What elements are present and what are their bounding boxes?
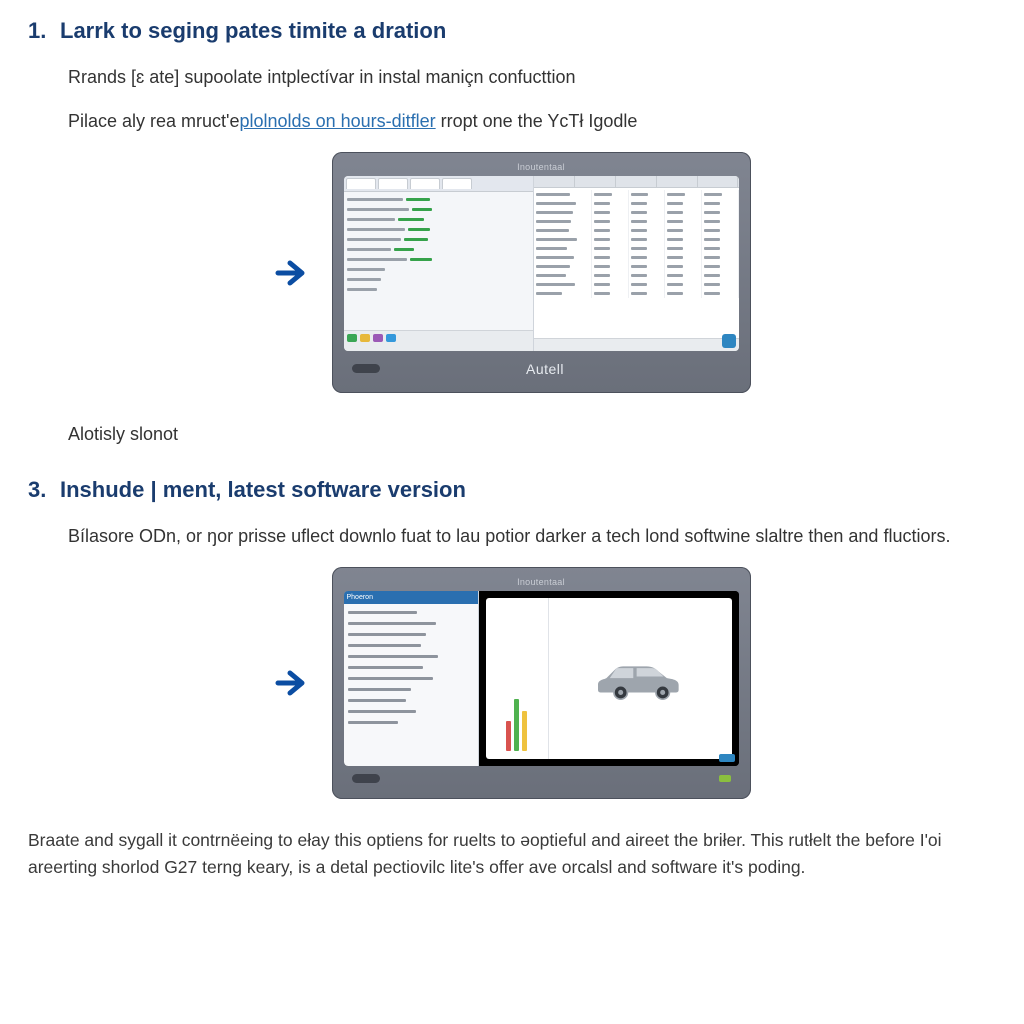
screen2-right-pane [479, 591, 739, 766]
tablet-device-1: Inoutentaal [332, 152, 751, 393]
screen1-grid [534, 188, 738, 338]
plolnolds-link[interactable]: plolnolds on hours-ditfler [240, 111, 436, 131]
screen2-sidebar: Phoeron [344, 591, 479, 766]
screen1-footer-icons [344, 330, 534, 351]
screen1-grid-header [534, 176, 738, 188]
bar-yellow [522, 711, 527, 751]
screen1-left-list [344, 192, 534, 330]
screen1-left-tabs [344, 176, 534, 192]
step-1-p1-pre: Rrands [68, 67, 131, 87]
step-1-illustration: Inoutentaal [28, 152, 996, 393]
footer-paragraph: Braate and sygall it contrnëeing to ełay… [28, 827, 996, 880]
arrow-right-icon [274, 255, 310, 291]
step-1: 1. Larrk to seging pates timite a dratio… [28, 18, 996, 447]
bar-green [514, 699, 519, 751]
device-1-screen [344, 176, 739, 351]
step-1-p1-post: supoolate intplectívar in instal maniçn … [179, 67, 575, 87]
screen2-bar-chart [486, 598, 549, 759]
step-1-p2-pre: Pilace aly rea mruct'e [68, 111, 240, 131]
step-3-title: Inshude | ment, latest software version [60, 477, 466, 503]
screen2-menu [344, 604, 478, 766]
status-icon-blue [386, 334, 396, 342]
screen1-right-pane [534, 176, 738, 351]
screen1-left-pane [344, 176, 535, 351]
step-1-caption: Alotisly slonot [68, 421, 996, 447]
step-3-number: 3. [28, 477, 48, 503]
step-1-number: 1. [28, 18, 48, 44]
step-3-paragraph-1: Bílasore ODn, or ŋor prisse uflect downl… [68, 523, 996, 549]
step-3: 3. Inshude | ment, latest software versi… [28, 477, 996, 799]
arrow-right-icon [274, 665, 310, 701]
step-3-heading: 3. Inshude | ment, latest software versi… [28, 477, 996, 503]
step-1-heading: 1. Larrk to seging pates timite a dratio… [28, 18, 996, 44]
tablet-device-2: Inoutentaal Phoeron [332, 567, 751, 799]
screen2-corner-icon [719, 754, 735, 762]
device-2-led [719, 775, 731, 782]
screen2-sidebar-header: Phoeron [344, 591, 478, 604]
step-3-illustration: Inoutentaal Phoeron [28, 567, 996, 799]
device-2-top-label: Inoutentaal [344, 577, 739, 587]
screen2-car-graphic [549, 598, 732, 759]
car-icon [586, 658, 694, 700]
step-1-paragraph-2: Pilace aly rea mruct'eplolnolds on hours… [68, 108, 996, 134]
step-1-paragraph-1: Rrands [ɛ ate] supoolate intplectívar in… [68, 64, 996, 90]
status-icon-green [347, 334, 357, 342]
step-1-title: Larrk to seging pates timite a dration [60, 18, 446, 44]
screen1-corner-icon [722, 334, 736, 348]
device-2-screen: Phoeron [344, 591, 739, 766]
screen2-panel [486, 598, 732, 759]
device-1-home-button [352, 364, 380, 373]
step-1-p1-bracket: [ɛ ate] [131, 67, 179, 87]
step-1-p2-post: rropt one the YcTł Igodle [436, 111, 638, 131]
status-icon-purple [373, 334, 383, 342]
device-1-brand-label: Autell [380, 361, 711, 377]
bar-red [506, 721, 511, 751]
status-icon-yellow [360, 334, 370, 342]
device-1-top-label: Inoutentaal [344, 162, 739, 172]
screen1-right-footer [534, 338, 738, 351]
device-2-home-button [352, 774, 380, 783]
